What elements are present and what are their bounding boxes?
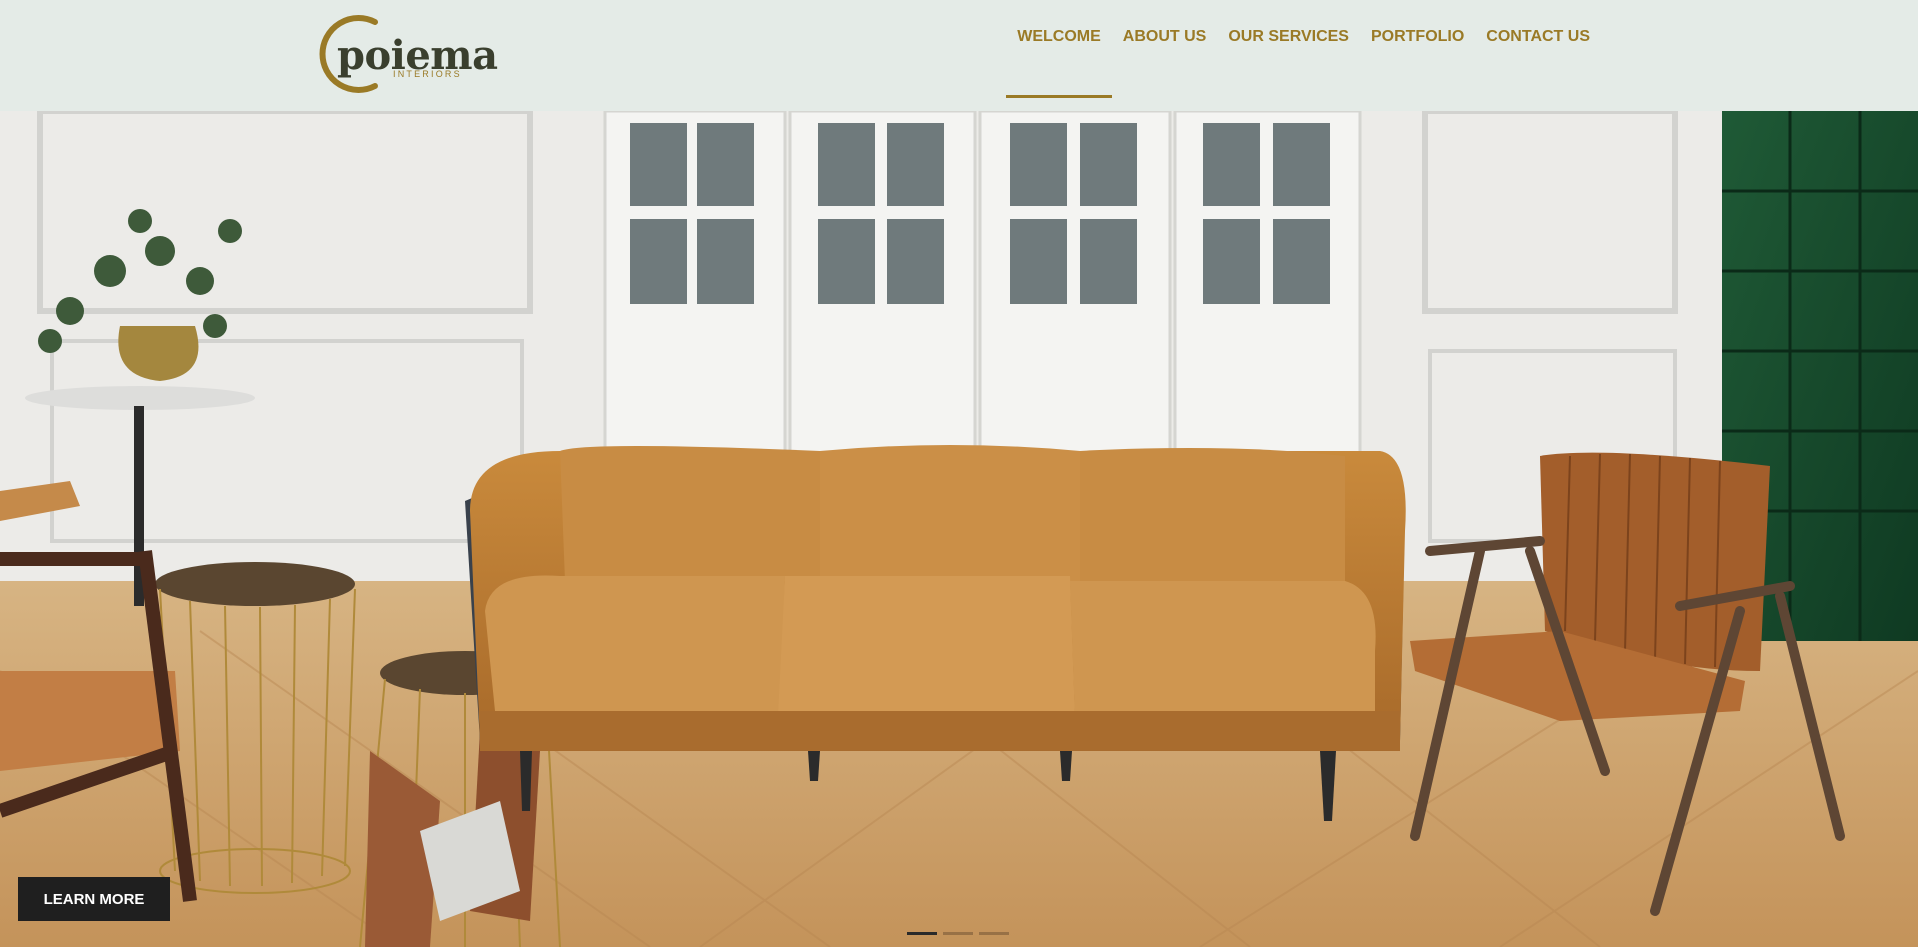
nav-our-services[interactable]: OUR SERVICES bbox=[1217, 0, 1360, 98]
logo-tagline: INTERIORS bbox=[393, 69, 462, 79]
logo[interactable]: poiema INTERIORS bbox=[311, 14, 498, 94]
site-header: poiema INTERIORS WELCOME ABOUT US OUR SE… bbox=[0, 0, 1918, 111]
nav-about-us[interactable]: ABOUT US bbox=[1112, 0, 1218, 98]
nav-portfolio[interactable]: PORTFOLIO bbox=[1360, 0, 1475, 98]
slider-pagination bbox=[907, 932, 1009, 935]
learn-more-button[interactable]: LEARN MORE bbox=[18, 877, 170, 921]
slide-dot-3[interactable] bbox=[979, 932, 1009, 935]
main-nav: WELCOME ABOUT US OUR SERVICES PORTFOLIO … bbox=[1006, 0, 1601, 111]
hero-image bbox=[0, 111, 1918, 947]
slide-dot-2[interactable] bbox=[943, 932, 973, 935]
nav-welcome[interactable]: WELCOME bbox=[1006, 0, 1112, 98]
nav-contact-us[interactable]: CONTACT US bbox=[1475, 0, 1601, 98]
hero-slider bbox=[0, 111, 1918, 947]
slide-dot-1[interactable] bbox=[907, 932, 937, 935]
